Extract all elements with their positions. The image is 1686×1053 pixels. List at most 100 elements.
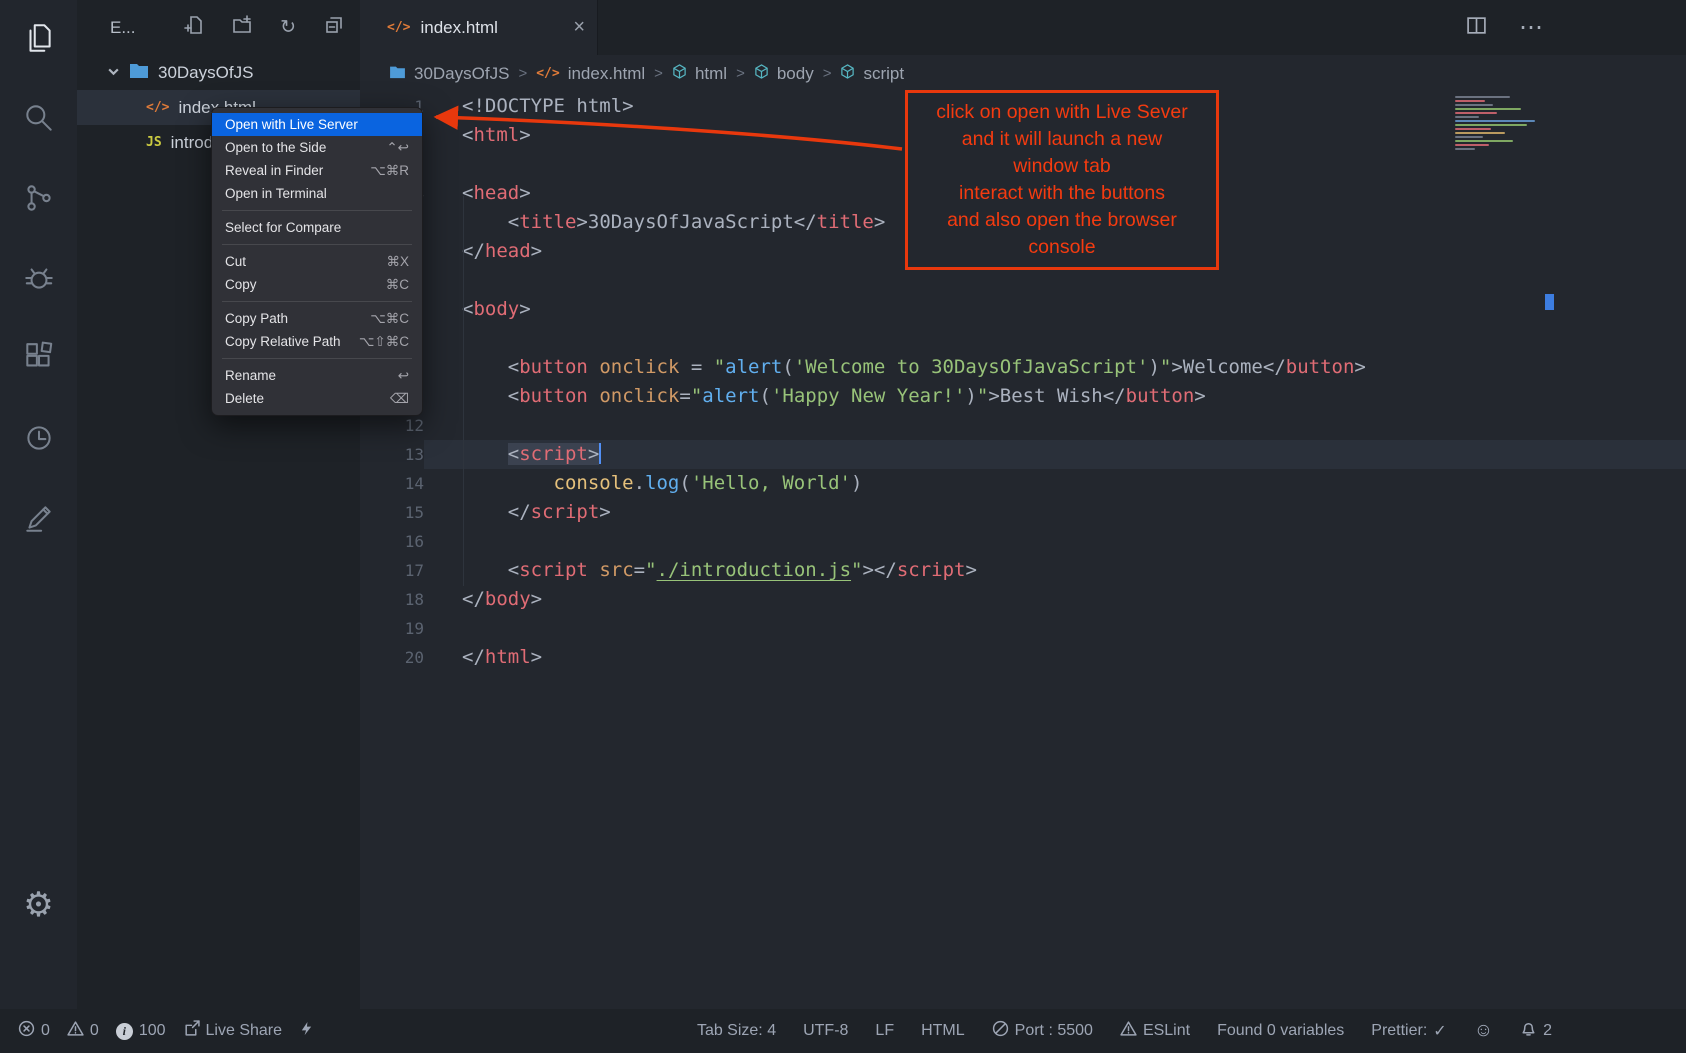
html-file-icon: </>: [536, 66, 559, 81]
status-eol[interactable]: LF: [875, 1022, 894, 1040]
menu-item-label: Copy Path: [225, 311, 288, 326]
activity-history-button[interactable]: [0, 400, 77, 480]
menu-item-open-with-live-server[interactable]: Open with Live Server: [212, 113, 422, 136]
menu-item-reveal-in-finder[interactable]: Reveal in Finder⌥⌘R: [212, 159, 422, 182]
code-line-17[interactable]: 17 <script src="./introduction.js"></scr…: [360, 556, 1686, 585]
activity-bar: ⚙: [0, 0, 77, 1009]
status-feedback-smiley[interactable]: ☺: [1474, 1020, 1493, 1042]
status-errors[interactable]: 0: [18, 1020, 50, 1042]
code-line-20[interactable]: 20</html>: [360, 643, 1686, 672]
breadcrumb-item-html[interactable]: html: [672, 64, 727, 84]
menu-separator: [222, 301, 412, 302]
menu-item-cut[interactable]: Cut⌘X: [212, 250, 422, 273]
menu-item-shortcut: ↩: [398, 368, 409, 384]
breadcrumb-item-file[interactable]: </> index.html: [536, 64, 645, 84]
line-number: 20: [360, 643, 424, 672]
activity-explorer-button[interactable]: [0, 0, 77, 80]
line-content: <button onclick = "alert('Welcome to 30D…: [424, 353, 1686, 382]
indent-guide: [463, 196, 464, 586]
breadcrumb-label: html: [695, 64, 727, 84]
menu-separator: [222, 210, 412, 211]
menu-item-select-for-compare[interactable]: Select for Compare: [212, 216, 422, 239]
breadcrumb-item-folder[interactable]: 30DaysOfJS: [389, 64, 509, 84]
breadcrumb-separator: >: [518, 65, 527, 82]
breadcrumb-item-script[interactable]: script: [840, 64, 904, 84]
status-info[interactable]: i 100: [116, 1022, 166, 1040]
code-line-8[interactable]: 8<body>: [360, 295, 1686, 324]
status-language[interactable]: HTML: [921, 1022, 965, 1040]
annotation-box: click on open with Live Sever and it wil…: [905, 90, 1219, 270]
gear-icon: ⚙: [23, 888, 53, 922]
status-port[interactable]: Port : 5500: [992, 1020, 1093, 1042]
menu-item-open-in-terminal[interactable]: Open in Terminal: [212, 182, 422, 205]
new-file-icon[interactable]: [184, 15, 204, 40]
menu-item-shortcut: ⌥⇧⌘C: [359, 334, 409, 350]
menu-item-rename[interactable]: Rename↩: [212, 364, 422, 387]
new-folder-icon[interactable]: [232, 15, 252, 40]
status-bar-right: Tab Size: 4 UTF-8 LF HTML Port : 5500 ES…: [697, 1020, 1552, 1042]
tab-index-html[interactable]: </> index.html ×: [360, 0, 598, 55]
more-actions-icon[interactable]: ⋯: [1519, 16, 1543, 40]
line-content: <script src="./introduction.js"></script…: [424, 556, 1686, 585]
activity-source-control-button[interactable]: [0, 160, 77, 240]
html-file-icon: </>: [387, 20, 410, 35]
status-prettier[interactable]: Prettier: ✓: [1371, 1021, 1446, 1041]
status-warnings[interactable]: 0: [67, 1020, 99, 1042]
tree-folder-30daysofjs[interactable]: 30DaysOfJS: [77, 55, 360, 90]
lightning-icon: [299, 1020, 314, 1042]
menu-item-copy-relative-path[interactable]: Copy Relative Path⌥⇧⌘C: [212, 330, 422, 353]
line-content: </html>: [424, 643, 1686, 672]
line-content: <body>: [424, 295, 1686, 324]
code-line-10[interactable]: 10 <button onclick = "alert('Welcome to …: [360, 353, 1686, 382]
menu-item-delete[interactable]: Delete⌫: [212, 387, 422, 410]
code-line-12[interactable]: 12: [360, 411, 1686, 440]
settings-gear-button[interactable]: ⚙: [0, 865, 77, 945]
code-line-18[interactable]: 18</body>: [360, 585, 1686, 614]
activity-search-button[interactable]: [0, 80, 77, 160]
code-line-15[interactable]: 15 </script>: [360, 498, 1686, 527]
status-bar: 0 0 i 100 Live Share Tab Size: 4 UTF-8: [0, 1009, 1686, 1053]
line-number: 16: [360, 527, 424, 556]
status-bolt[interactable]: [299, 1020, 314, 1042]
status-eslint[interactable]: ESLint: [1120, 1020, 1190, 1042]
code-line-7[interactable]: 7: [360, 266, 1686, 295]
menu-item-shortcut: ⌫: [390, 391, 409, 407]
bell-icon: [1520, 1020, 1537, 1042]
code-line-16[interactable]: 16: [360, 527, 1686, 556]
check-icon: ✓: [1433, 1021, 1446, 1041]
split-editor-icon[interactable]: [1466, 15, 1487, 41]
code-line-19[interactable]: 19: [360, 614, 1686, 643]
code-line-14[interactable]: 14 console.log('Hello, World'): [360, 469, 1686, 498]
activity-run-debug-button[interactable]: [0, 240, 77, 320]
minimap[interactable]: [1455, 94, 1547, 150]
status-tab-size[interactable]: Tab Size: 4: [697, 1022, 776, 1040]
status-live-share[interactable]: Live Share: [183, 1020, 283, 1042]
menu-item-copy[interactable]: Copy⌘C: [212, 273, 422, 296]
activity-extensions-button[interactable]: [0, 320, 77, 400]
menu-item-shortcut: ⌘X: [386, 254, 409, 270]
line-content: </script>: [424, 498, 1686, 527]
menu-item-label: Reveal in Finder: [225, 163, 323, 178]
breadcrumb-label: body: [777, 64, 814, 84]
line-number: 17: [360, 556, 424, 585]
menu-item-open-to-the-side[interactable]: Open to the Side⌃↩: [212, 136, 422, 159]
activity-feedback-button[interactable]: [0, 480, 77, 560]
menu-item-shortcut: ⌃↩: [386, 140, 409, 156]
menu-item-copy-path[interactable]: Copy Path⌥⌘C: [212, 307, 422, 330]
status-notifications[interactable]: 2: [1520, 1020, 1552, 1042]
code-line-11[interactable]: 11 <button onclick="alert('Happy New Yea…: [360, 382, 1686, 411]
refresh-icon[interactable]: ↻: [280, 18, 296, 37]
breadcrumb-separator: >: [823, 65, 832, 82]
collapse-all-icon[interactable]: [324, 15, 344, 40]
close-icon[interactable]: ×: [573, 16, 585, 39]
html-file-icon: </>: [146, 100, 169, 115]
code-line-13[interactable]: 13 <script>: [360, 440, 1686, 469]
breadcrumb-label: script: [863, 64, 904, 84]
scrollbar-marker[interactable]: [1545, 294, 1554, 310]
status-encoding[interactable]: UTF-8: [803, 1022, 848, 1040]
status-variables[interactable]: Found 0 variables: [1217, 1022, 1344, 1040]
code-line-9[interactable]: 9: [360, 324, 1686, 353]
menu-item-label: Open in Terminal: [225, 186, 327, 201]
live-share-label: Live Share: [206, 1022, 283, 1040]
breadcrumb-item-body[interactable]: body: [754, 64, 814, 84]
